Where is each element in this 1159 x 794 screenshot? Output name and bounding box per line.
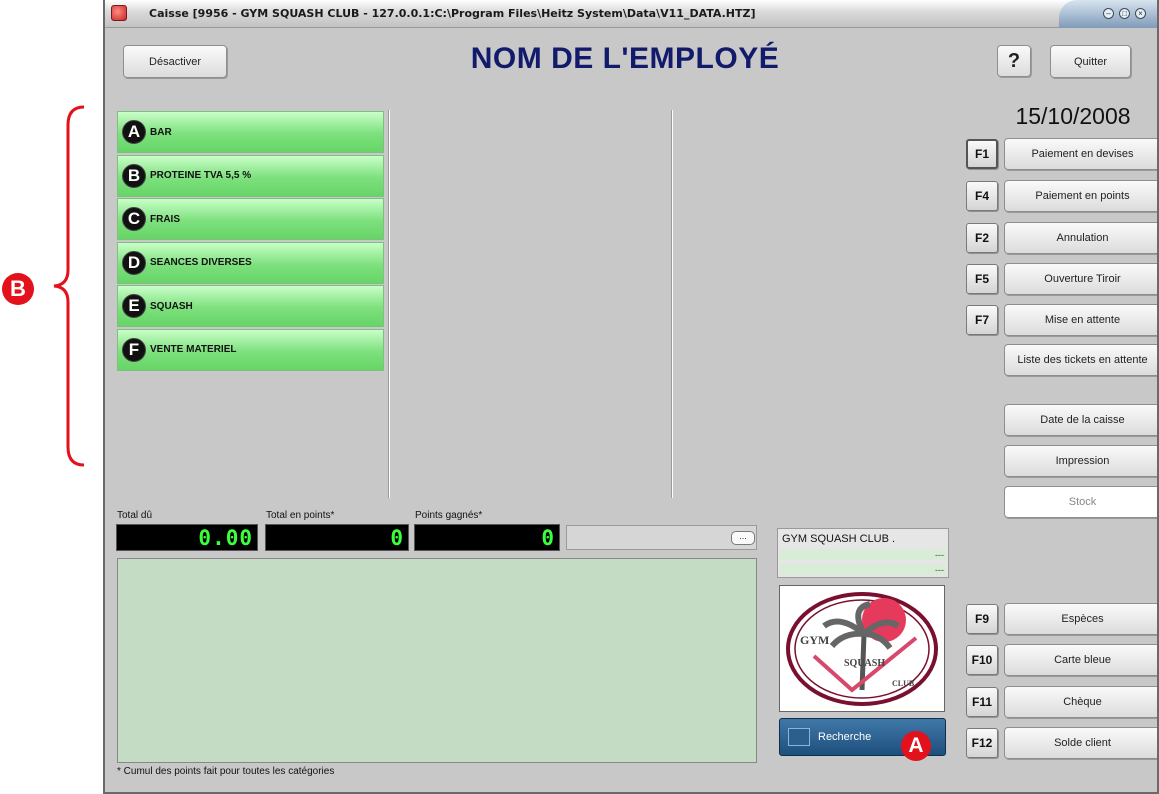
category-letter-icon: C xyxy=(122,207,146,231)
action-button[interactable]: Ouverture Tiroir xyxy=(1004,263,1157,295)
category-label: PROTEINE TVA 5,5 % xyxy=(150,170,252,181)
points-earned-label: Points gagnés* xyxy=(415,510,483,521)
category-label: BAR xyxy=(150,126,172,138)
annotation-marker-b: B xyxy=(2,273,34,305)
action-button[interactable]: Liste des tickets en attente xyxy=(1004,344,1157,376)
category-letter-icon: A xyxy=(122,120,146,144)
club-logo: GYM SQUASH CLUB xyxy=(779,585,945,712)
payment-button[interactable]: Espèces xyxy=(1004,603,1157,635)
category-label: SEANCES DIVERSES xyxy=(150,257,252,268)
search-button-label: Recherche xyxy=(818,731,872,743)
close-icon[interactable]: × xyxy=(1135,8,1146,19)
category-column-divider xyxy=(388,110,390,498)
shop-info-panel: GYM SQUASH CLUB . --- --- xyxy=(777,528,949,578)
category-button[interactable]: A BAR xyxy=(117,111,384,153)
action-button[interactable]: Paiement en devises xyxy=(1004,138,1157,170)
ticket-lines-panel[interactable] xyxy=(117,558,757,763)
function-key[interactable]: F12 xyxy=(966,728,998,758)
action-button[interactable]: Impression xyxy=(1004,445,1157,477)
category-label: SQUASH xyxy=(150,300,193,312)
shop-info-band xyxy=(780,564,946,575)
total-points-display: 0 xyxy=(265,524,409,551)
action-button[interactable]: Annulation xyxy=(1004,222,1157,254)
register-date: 15/10/2008 xyxy=(1015,103,1131,129)
category-letter-icon: E xyxy=(122,294,146,318)
minimize-icon[interactable]: – xyxy=(1103,8,1114,19)
browse-button[interactable]: ... xyxy=(731,531,755,545)
category-label: VENTE MATERIEL xyxy=(150,344,237,355)
total-due-label: Total dû xyxy=(117,510,153,521)
category-label: FRAIS xyxy=(150,213,180,225)
logo-text-gym: GYM xyxy=(800,633,829,647)
window-title: Caisse [9956 - GYM SQUASH CLUB - 127.0.0… xyxy=(149,7,756,20)
window-controls: – □ × xyxy=(1059,0,1157,28)
category-button[interactable]: F VENTE MATERIEL xyxy=(117,328,384,371)
category-letter-icon: F xyxy=(122,337,146,362)
payment-button[interactable]: Chèque xyxy=(1004,686,1157,718)
category-letter-icon: D xyxy=(122,250,146,275)
search-icon xyxy=(788,728,810,746)
action-button[interactable]: Paiement en points xyxy=(1004,180,1157,212)
function-key[interactable]: F11 xyxy=(966,687,998,717)
shop-line-2: --- xyxy=(935,565,944,575)
payment-button[interactable]: Carte bleue xyxy=(1004,644,1157,676)
action-button[interactable]: Mise en attente xyxy=(1004,304,1157,336)
function-key[interactable]: F1 xyxy=(966,139,998,169)
customer-field[interactable] xyxy=(566,525,757,550)
category-button[interactable]: C FRAIS xyxy=(117,198,384,240)
annotation-bracket xyxy=(53,105,85,467)
shop-info-band xyxy=(780,549,946,560)
quit-button[interactable]: Quitter xyxy=(1050,45,1131,78)
category-button[interactable]: B PROTEINE TVA 5,5 % xyxy=(117,154,384,197)
title-bar: Caisse [9956 - GYM SQUASH CLUB - 127.0.0… xyxy=(105,0,1157,28)
function-key[interactable]: F5 xyxy=(966,264,998,294)
help-button[interactable]: ? xyxy=(997,45,1031,77)
function-key[interactable]: F2 xyxy=(966,223,998,253)
annotation-marker-a: A xyxy=(901,731,931,761)
category-column-divider xyxy=(671,110,673,498)
employee-name-title: NOM DE L'EMPLOYÉ xyxy=(470,42,780,75)
action-button[interactable]: Stock xyxy=(1004,486,1157,518)
category-letter-icon: B xyxy=(122,163,146,188)
logo-text-squash: SQUASH xyxy=(844,658,885,669)
category-button[interactable]: D SEANCES DIVERSES xyxy=(117,241,384,284)
total-points-label: Total en points* xyxy=(266,510,335,521)
function-key[interactable]: F4 xyxy=(966,181,998,211)
club-logo-graphic: GYM SQUASH CLUB xyxy=(786,592,938,706)
total-due-display: 0.00 xyxy=(116,524,258,551)
points-earned-display: 0 xyxy=(414,524,560,551)
pos-window: Caisse [9956 - GYM SQUASH CLUB - 127.0.0… xyxy=(103,0,1159,794)
app-icon xyxy=(111,5,127,21)
logo-text-club: CLUB xyxy=(892,679,915,688)
shop-name: GYM SQUASH CLUB . xyxy=(782,533,896,545)
points-footnote: * Cumul des points fait pour toutes les … xyxy=(117,766,335,777)
deactivate-button[interactable]: Désactiver xyxy=(123,45,227,78)
payment-button[interactable]: Solde client xyxy=(1004,727,1157,759)
function-key[interactable]: F9 xyxy=(966,604,998,634)
maximize-icon[interactable]: □ xyxy=(1119,8,1130,19)
action-button[interactable]: Date de la caisse xyxy=(1004,404,1157,436)
category-button[interactable]: E SQUASH xyxy=(117,285,384,327)
function-key[interactable]: F7 xyxy=(966,305,998,335)
shop-line-1: --- xyxy=(935,550,944,560)
function-key[interactable]: F10 xyxy=(966,645,998,675)
